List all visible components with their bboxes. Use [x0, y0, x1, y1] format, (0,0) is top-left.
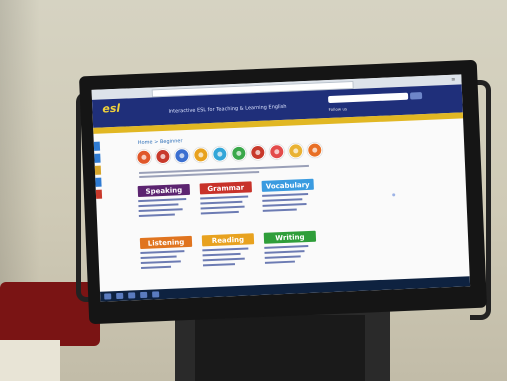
topic-icon[interactable]: [193, 147, 209, 163]
taskbar-app-icon[interactable]: [152, 291, 160, 298]
grammar-button[interactable]: Grammar: [199, 181, 252, 195]
topic-icon[interactable]: [250, 144, 266, 161]
writing-links[interactable]: [264, 244, 317, 267]
tv-stand-shelf: [195, 315, 365, 381]
speaking-links[interactable]: [138, 198, 191, 220]
listening-links[interactable]: [140, 250, 193, 272]
writing-button[interactable]: Writing: [263, 230, 317, 244]
topic-icon[interactable]: [269, 143, 285, 160]
interactive-display: ≡ esl Interactive ESL for Teaching & Lea…: [78, 59, 488, 325]
browser-menu-icon[interactable]: ≡: [451, 77, 455, 83]
reading-links[interactable]: [202, 247, 255, 269]
side-tab[interactable]: [94, 165, 102, 175]
search-button[interactable]: [409, 92, 423, 100]
vocabulary-button[interactable]: Vocabulary: [261, 178, 314, 192]
breadcrumb[interactable]: Home > Beginner: [138, 138, 183, 146]
topic-icon[interactable]: [287, 143, 304, 159]
side-tab[interactable]: [95, 177, 102, 187]
topic-icon[interactable]: [306, 142, 323, 158]
topic-icon[interactable]: [231, 145, 247, 162]
site-tagline: Interactive ESL for Teaching & Learning …: [168, 103, 287, 115]
topic-icons: [136, 142, 323, 166]
side-tab[interactable]: [94, 153, 101, 163]
intro-text: [139, 164, 319, 180]
taskbar: [100, 276, 471, 302]
topic-icon[interactable]: [136, 149, 152, 166]
grammar-links[interactable]: [200, 195, 253, 217]
taskbar-app-icon[interactable]: [116, 292, 124, 300]
taskbar-app-icon[interactable]: [140, 291, 148, 299]
side-tab[interactable]: [93, 141, 101, 151]
search-input[interactable]: [328, 92, 409, 104]
side-tab[interactable]: [95, 189, 103, 199]
mouse-cursor: [392, 193, 396, 197]
topic-icon[interactable]: [174, 147, 190, 164]
speaking-button[interactable]: Speaking: [137, 183, 191, 198]
vocabulary-links[interactable]: [262, 192, 315, 215]
taskbar-app-icon[interactable]: [128, 292, 136, 299]
start-icon[interactable]: [104, 293, 112, 300]
follow-text: Follow us: [328, 106, 348, 113]
floor-object: [0, 340, 60, 381]
topic-icon[interactable]: [212, 146, 228, 162]
topic-icon[interactable]: [155, 148, 171, 165]
reading-button[interactable]: Reading: [201, 233, 255, 247]
screen: ≡ esl Interactive ESL for Teaching & Lea…: [91, 74, 471, 302]
side-tabs: [93, 141, 103, 212]
site-logo[interactable]: esl: [102, 102, 120, 116]
listening-button[interactable]: Listening: [139, 235, 193, 250]
